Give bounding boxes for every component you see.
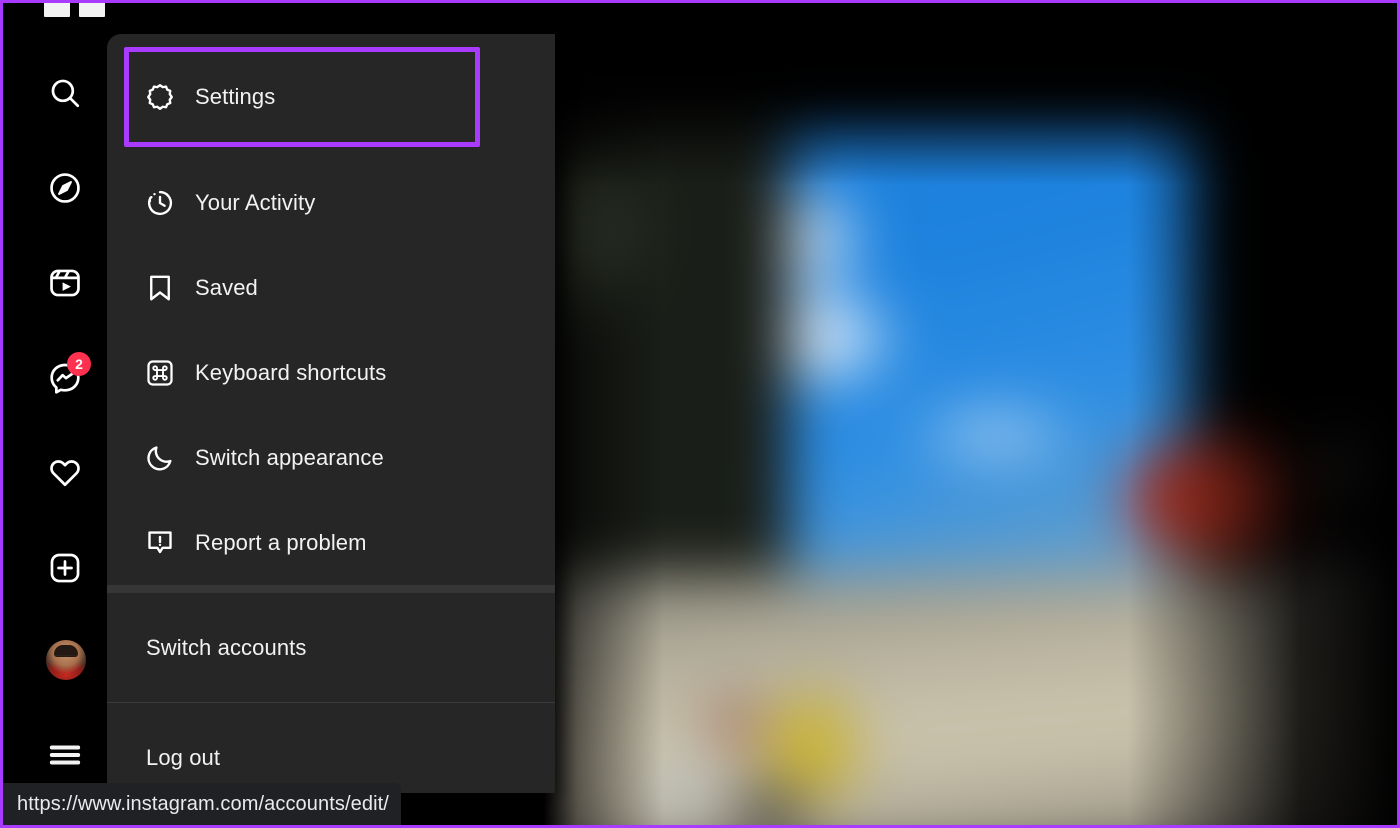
bookmark-icon <box>143 271 177 305</box>
command-key-icon <box>143 356 177 390</box>
compass-icon <box>48 171 82 205</box>
more-options-dropdown-menu: Settings Your Activity Saved Keyboard sh… <box>107 34 555 793</box>
plus-square-icon <box>48 551 82 585</box>
menu-item-settings[interactable]: Settings <box>107 34 555 160</box>
heart-icon <box>48 456 82 490</box>
menu-item-keyboard-shortcuts[interactable]: Keyboard shortcuts <box>107 330 555 415</box>
sidebar-item-create[interactable] <box>35 538 95 598</box>
menu-item-label: Switch accounts <box>146 634 307 660</box>
menu-item-label: Saved <box>195 274 258 300</box>
alert-speech-icon <box>143 526 177 560</box>
status-bar-url-text: https://www.instagram.com/accounts/edit/ <box>17 792 389 815</box>
instagram-logo[interactable] <box>3 3 107 17</box>
menu-item-label: Keyboard shortcuts <box>195 359 387 385</box>
settings-highlight-box <box>124 47 480 147</box>
menu-divider-thick <box>107 585 555 593</box>
activity-clock-icon <box>143 186 177 220</box>
sidebar-item-messages[interactable]: 2 <box>35 348 95 408</box>
reels-icon <box>48 266 82 300</box>
sidebar-item-profile[interactable] <box>46 640 86 680</box>
menu-item-label: Your Activity <box>195 189 316 215</box>
search-icon <box>48 76 82 110</box>
menu-item-label: Log out <box>146 744 221 770</box>
gear-icon <box>143 80 177 114</box>
menu-item-report-a-problem[interactable]: Report a problem <box>107 500 555 585</box>
hamburger-icon <box>47 737 83 773</box>
sidebar-item-more[interactable] <box>35 725 95 785</box>
sidebar-item-search[interactable] <box>35 63 95 123</box>
menu-item-log-out[interactable]: Log out <box>107 703 555 793</box>
menu-item-saved[interactable]: Saved <box>107 245 555 330</box>
sidebar-item-notifications[interactable] <box>35 443 95 503</box>
left-nav-sidebar: 2 <box>3 3 107 825</box>
menu-item-label: Report a problem <box>195 529 367 555</box>
menu-item-switch-accounts[interactable]: Switch accounts <box>107 593 555 702</box>
menu-item-label: Switch appearance <box>195 444 384 470</box>
blurred-post-photo <box>543 3 1397 825</box>
browser-viewport: 2 Settings Your Activity Saved Keyboard … <box>0 0 1400 828</box>
moon-icon <box>143 441 177 475</box>
menu-item-your-activity[interactable]: Your Activity <box>107 160 555 245</box>
menu-item-label: Settings <box>195 84 276 109</box>
sidebar-item-reels[interactable] <box>35 253 95 313</box>
browser-status-bar-url: https://www.instagram.com/accounts/edit/ <box>3 783 401 825</box>
menu-item-switch-appearance[interactable]: Switch appearance <box>107 415 555 500</box>
messages-unread-badge: 2 <box>67 352 91 376</box>
sidebar-item-explore[interactable] <box>35 158 95 218</box>
